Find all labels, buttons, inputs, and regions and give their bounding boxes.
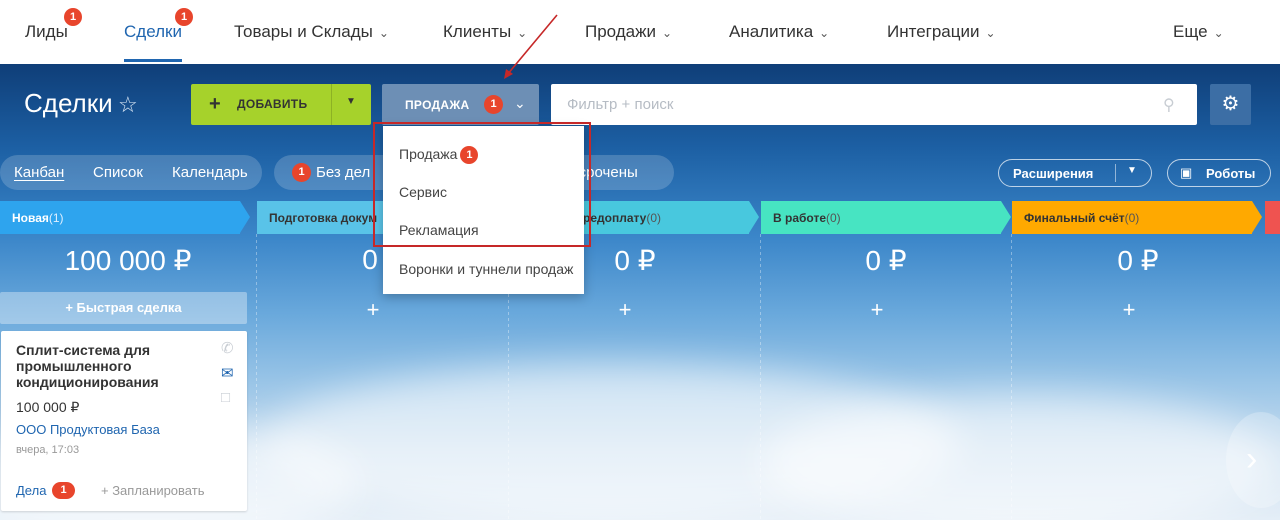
column-divider [1011, 234, 1012, 520]
chevron-down-icon: ⌄ [985, 26, 996, 40]
deal-title[interactable]: Сплит-система для промышленного кондицио… [16, 342, 206, 390]
caret-down-icon: ▼ [1127, 165, 1137, 176]
cloud-decoration [760, 394, 1280, 520]
nav-badge-leads: 1 [64, 8, 82, 26]
add-deal-plus-icon[interactable]: + [362, 297, 384, 323]
dropdown-item-funnels-settings[interactable]: Воронки и туннели продаж [399, 261, 573, 277]
nav-item-label: Товары и Склады [234, 22, 373, 41]
active-tab-underline [124, 59, 182, 62]
deal-tasks-link[interactable]: Дела [16, 483, 46, 498]
funnel-button-label: ПРОДАЖА [405, 98, 470, 112]
stage-new[interactable]: Новая(1) [0, 201, 240, 234]
nav-item-label: Интеграции [887, 22, 980, 41]
add-button-label: ДОБАВИТЬ [237, 97, 308, 111]
stage-label: Подготовка докум [269, 211, 378, 225]
view-kanban[interactable]: Канбан [14, 164, 64, 181]
deal-company-link[interactable]: ООО Продуктовая База [16, 422, 160, 437]
robot-icon: ▣ [1180, 165, 1193, 180]
chevron-down-icon: ⌄ [819, 26, 830, 40]
robots-button[interactable]: ▣ Роботы [1167, 159, 1271, 187]
chevron-down-icon: ⌄ [514, 95, 526, 111]
split-divider [1115, 164, 1116, 182]
nav-item-leads[interactable]: Лиды [25, 22, 68, 42]
stage-arrow [1001, 201, 1011, 233]
plus-icon: + [209, 93, 221, 115]
nav-item-analytics[interactable]: Аналитика ⌄ [729, 22, 829, 42]
column-sum: 0 ₽ [865, 245, 907, 276]
add-deal-plus-icon[interactable]: + [866, 297, 888, 323]
nav-item-deals[interactable]: Сделки [124, 22, 182, 42]
stage-arrow [240, 201, 250, 233]
chevron-down-icon: ⌄ [1213, 26, 1224, 40]
nav-item-label: Еще [1173, 22, 1208, 41]
caret-down-icon: ▼ [346, 96, 356, 107]
stage-label: Новая(1) [12, 211, 64, 225]
plan-activity-link[interactable]: + Запланировать [101, 483, 204, 498]
nav-item-integrations[interactable]: Интеграции ⌄ [887, 22, 996, 42]
column-sum: 0 ₽ [1117, 245, 1159, 276]
chat-icon[interactable]: □ [221, 389, 230, 406]
search-icon[interactable]: ⚲ [1163, 95, 1175, 115]
deal-tasks-badge: 1 [52, 482, 75, 499]
stage-next[interactable] [1265, 201, 1280, 234]
extensions-button[interactable]: Расширения ▼ [998, 159, 1152, 187]
add-deal-plus-icon[interactable]: + [1118, 297, 1140, 323]
view-switcher: Канбан Список Календарь [0, 155, 262, 190]
quick-deal-button[interactable]: + Быстрая сделка [0, 292, 247, 324]
gear-icon: ⚙ [1221, 93, 1240, 115]
view-list[interactable]: Список [93, 164, 143, 181]
stage-label: В работе(0) [773, 211, 841, 225]
chevron-right-icon: › [1246, 440, 1258, 478]
annotation-arrow [504, 14, 558, 79]
robots-label: Роботы [1206, 166, 1256, 181]
funnel-badge: 1 [484, 95, 503, 114]
counter-no-tasks[interactable]: Без дел [316, 164, 370, 181]
stage-label: Финальный счёт(0) [1024, 211, 1140, 225]
star-icon[interactable]: ☆ [118, 92, 138, 118]
column-divider [760, 234, 761, 520]
chevron-down-icon: ⌄ [662, 26, 673, 40]
page-title: Сделки [24, 88, 113, 118]
deal-date: вчера, 17:03 [16, 444, 80, 456]
nav-item-label: Лиды [25, 22, 68, 41]
nav-item-label: Сделки [124, 22, 182, 41]
search-box: ⚲ [551, 84, 1197, 125]
nav-item-products[interactable]: Товары и Склады ⌄ [234, 22, 389, 42]
stage-final-invoice[interactable]: Финальный счёт(0) [1012, 201, 1252, 234]
funnel-select-button[interactable]: ПРОДАЖА 1 ⌄ [382, 84, 539, 125]
annotation-highlight-box [373, 122, 591, 247]
top-navigation: Лиды 1 Сделки 1 Товары и Склады ⌄ Клиенты… [0, 0, 1280, 64]
column-sum: 100 000 ₽ [64, 245, 192, 276]
stage-label: редоплату(0) [583, 211, 662, 225]
add-options-button[interactable]: ▼ [331, 84, 371, 125]
add-deal-plus-icon[interactable]: + [614, 297, 636, 323]
deal-card[interactable]: Сплит-система для промышленного кондицио… [1, 331, 247, 511]
stage-in-work[interactable]: В работе(0) [761, 201, 1001, 234]
nav-item-more[interactable]: Еще ⌄ [1173, 22, 1224, 42]
settings-button[interactable]: ⚙ [1210, 84, 1251, 125]
search-input[interactable] [551, 84, 1151, 125]
stage-arrow [749, 201, 759, 233]
view-calendar[interactable]: Календарь [172, 164, 248, 181]
nav-item-sales[interactable]: Продажи ⌄ [585, 22, 672, 42]
column-divider [256, 234, 257, 520]
column-sum: 0 ₽ [614, 245, 656, 276]
counter-badge: 1 [292, 163, 311, 182]
stage-arrow [1252, 201, 1262, 233]
extensions-label: Расширения [1013, 166, 1094, 181]
nav-item-label: Продажи [585, 22, 656, 41]
deal-amount: 100 000 ₽ [16, 399, 80, 415]
chevron-down-icon: ⌄ [378, 26, 389, 40]
phone-icon[interactable]: ✆ [221, 339, 234, 357]
nav-item-label: Аналитика [729, 22, 814, 41]
nav-badge-deals: 1 [175, 8, 193, 26]
mail-icon[interactable]: ✉ [221, 364, 234, 382]
